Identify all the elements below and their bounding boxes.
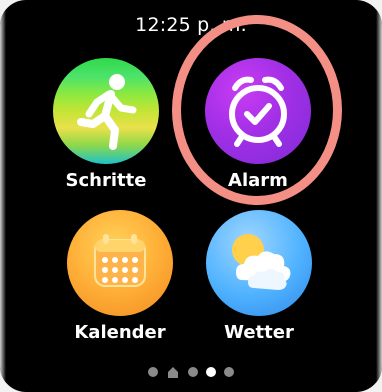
app-label-alarm: Alarm (228, 170, 288, 191)
app-label-wetter: Wetter (224, 322, 294, 343)
page-dot-3[interactable] (188, 367, 198, 377)
running-person-icon-graphic (77, 74, 137, 150)
app-kalender[interactable]: Kalender (45, 210, 195, 350)
app-schritte[interactable]: Schritte (31, 58, 181, 198)
alarm-clock-check-icon[interactable] (205, 58, 311, 164)
page-dot-4-active[interactable] (206, 367, 216, 377)
watch-frame: 12:25 p. m. Schritte Alarm Kalender Wett… (0, 0, 382, 392)
app-alarm[interactable]: Alarm (183, 58, 333, 198)
calendar-icon-graphic (94, 234, 146, 287)
screen-edge-left (0, 0, 6, 392)
page-dot-1[interactable] (148, 367, 158, 377)
weather-sun-cloud-icon-graphic (232, 234, 291, 290)
status-time: 12:25 p. m. (135, 14, 247, 36)
app-wetter[interactable]: Wetter (184, 210, 334, 350)
app-label-schritte: Schritte (65, 170, 147, 191)
app-label-kalender: Kalender (74, 322, 166, 343)
alarm-clock-check-icon-graphic (229, 76, 287, 147)
page-indicator[interactable] (0, 360, 382, 384)
page-dot-5[interactable] (224, 367, 234, 377)
home-page-indicator[interactable] (166, 365, 180, 379)
calendar-icon[interactable] (67, 210, 173, 316)
home-icon (168, 367, 178, 378)
weather-sun-cloud-icon[interactable] (206, 210, 312, 316)
screen-edge-right (376, 0, 382, 392)
running-person-icon[interactable] (53, 58, 159, 164)
watch-screen: 12:25 p. m. Schritte Alarm Kalender Wett… (0, 0, 382, 392)
